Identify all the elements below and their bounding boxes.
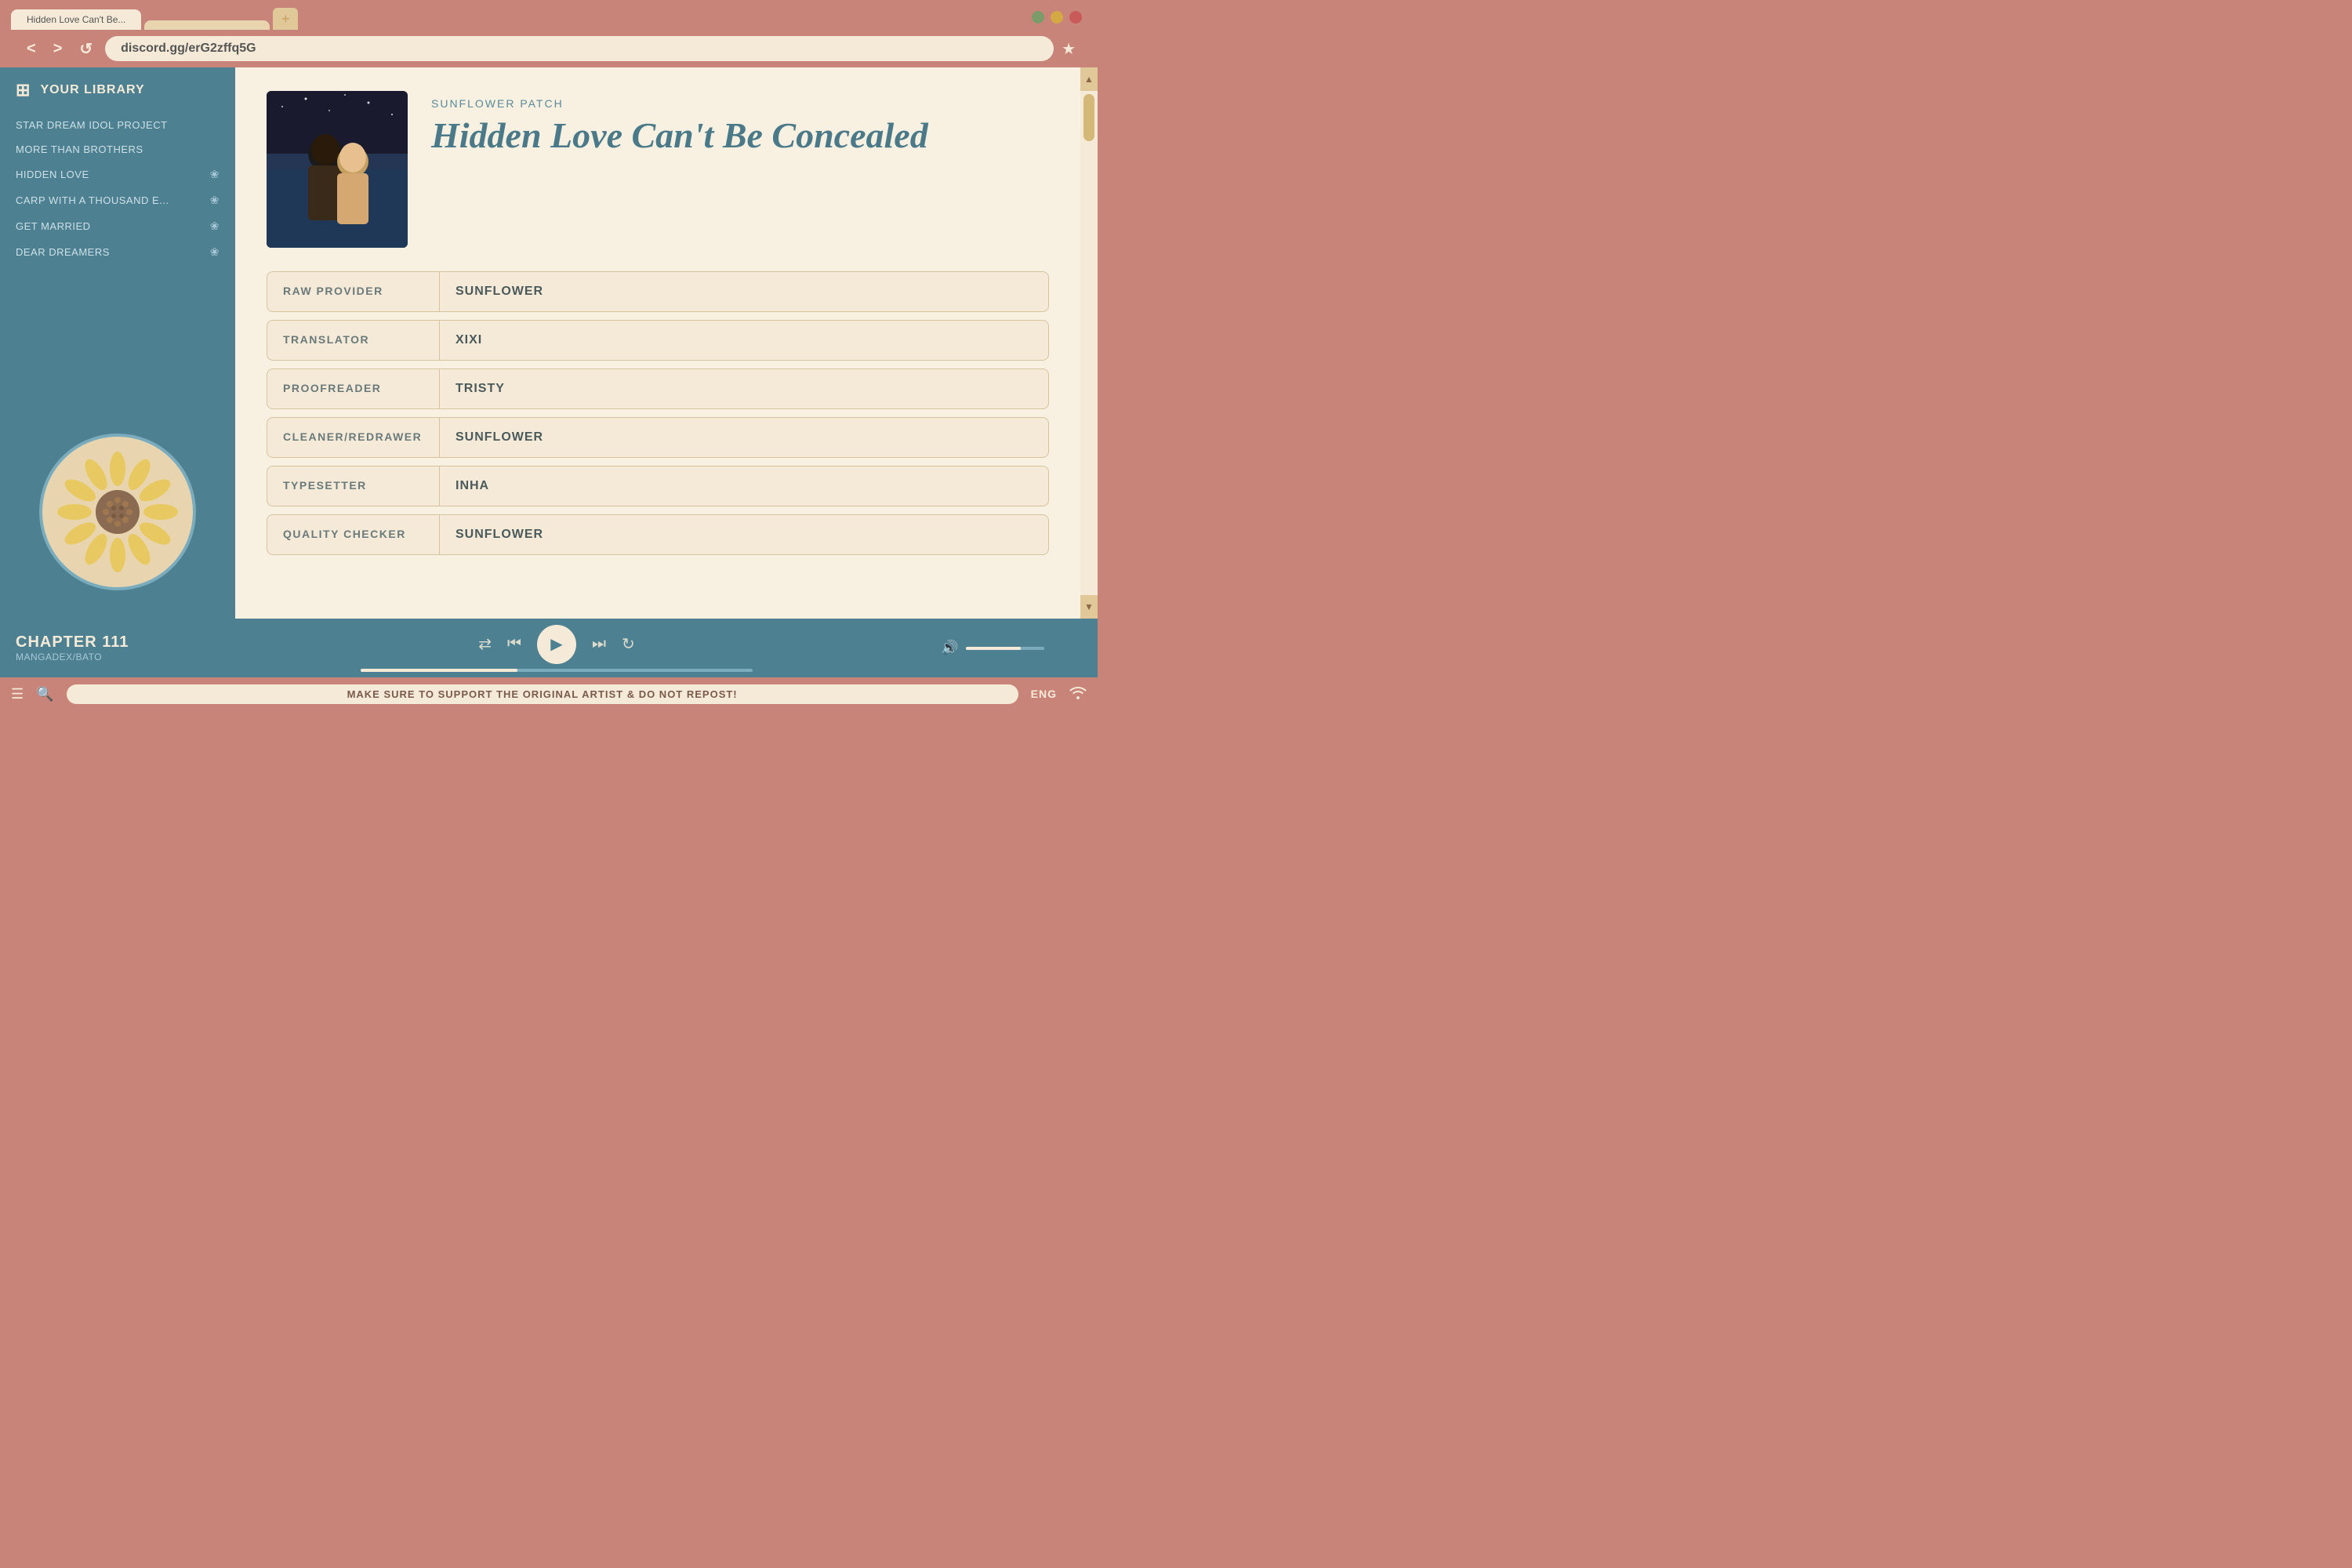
credit-row-translator: TRANSLATOR XIXI [267,320,1049,361]
credit-label-raw: RAW PROVIDER [267,272,440,311]
bottom-notice: MAKE SURE TO SUPPORT THE ORIGINAL ARTIST… [67,684,1018,704]
credit-label-translator: TRANSLATOR [267,321,440,360]
close-button[interactable] [1069,11,1082,24]
manga-info: SUNFLOWER PATCH Hidden Love Can't Be Con… [431,91,1049,248]
player-bar: CHAPTER 111 MANGADEX/BATO ⇄ ⏮ ▶ ⏭ ↻ 🔊 [0,619,1098,677]
library-icon: ⊞ [16,80,31,100]
credit-value-cleaner: SUNFLOWER [440,418,559,457]
tab-bar: Hidden Love Can't Be... + [11,8,1087,30]
player-chapter: CHAPTER 111 [16,633,172,652]
sidebar-item-get-married[interactable]: GET MARRIED ❀ [16,213,220,239]
manga-header: SUNFLOWER PATCH Hidden Love Can't Be Con… [267,91,1049,248]
credit-value-proofreader: TRISTY [440,369,521,408]
progress-fill [361,669,517,672]
credit-label-proofreader: PROOFREADER [267,369,440,408]
repeat-button[interactable]: ↻ [622,634,635,654]
scrollbar-down-button[interactable]: ▼ [1080,595,1098,619]
sidebar: ⊞ YOUR LIBRARY STAR DREAM IDOL PROJECT M… [0,67,235,619]
main-layout: ⊞ YOUR LIBRARY STAR DREAM IDOL PROJECT M… [0,67,1098,619]
sidebar-header: ⊞ YOUR LIBRARY [0,80,235,113]
credit-row-qc: QUALITY CHECKER SUNFLOWER [267,514,1049,555]
flower-icon-2: ❀ [210,194,220,207]
sidebar-item-label: CARP WITH A THOUSAND E... [16,194,169,206]
sidebar-title: YOUR LIBRARY [40,83,144,97]
tab-active[interactable]: Hidden Love Can't Be... [11,9,141,30]
sidebar-item-hidden-love[interactable]: HIDDEN LOVE ❀ [16,162,220,187]
credit-label-typesetter: TYPESETTER [267,466,440,506]
progress-bar[interactable] [361,669,753,672]
credit-value-typesetter: INHA [440,466,505,506]
credit-row-cleaner: CLEANER/REDRAWER SUNFLOWER [267,417,1049,458]
credit-label-cleaner: CLEANER/REDRAWER [267,418,440,457]
tab-label: Hidden Love Can't Be... [27,14,125,25]
menu-icon[interactable]: ☰ [11,686,24,702]
play-button[interactable]: ▶ [537,625,576,664]
sidebar-item-label: HIDDEN LOVE [16,169,89,180]
sunflower-svg [55,449,180,575]
window-controls [1032,11,1082,24]
volume-fill [966,647,1021,650]
flower-icon: ❀ [210,168,220,181]
credit-row-proofreader: PROOFREADER TRISTY [267,368,1049,409]
player-source: MANGADEX/BATO [16,652,172,662]
manga-title: Hidden Love Can't Be Concealed [431,116,1049,156]
sidebar-item-label: GET MARRIED [16,220,91,232]
credit-value-qc: SUNFLOWER [440,515,559,554]
sidebar-items-list: STAR DREAM IDOL PROJECT MORE THAN BROTHE… [0,113,235,418]
logo-circle [39,434,196,590]
manga-cover [267,91,408,248]
player-controls: ⇄ ⏮ ▶ ⏭ ↻ [188,625,925,672]
search-icon[interactable]: 🔍 [36,686,53,702]
shuffle-button[interactable]: ⇄ [478,634,492,654]
credit-value-raw: SUNFLOWER [440,272,559,311]
volume-icon: 🔊 [941,640,958,656]
credit-label-qc: QUALITY CHECKER [267,515,440,554]
sidebar-logo [0,418,235,606]
volume-section: 🔊 [941,640,1082,656]
sidebar-item-label: STAR DREAM IDOL PROJECT [16,119,168,131]
controls-row: ⇄ ⏮ ▶ ⏭ ↻ [478,625,635,664]
flower-icon-3: ❀ [210,220,220,233]
maximize-button[interactable] [1051,11,1063,24]
prev-button[interactable]: ⏮ [507,635,521,653]
scrollbar-track: ▲ ▼ [1080,67,1098,619]
sidebar-item-dear-dreamers[interactable]: DEAR DREAMERS ❀ [16,239,220,265]
address-bar[interactable] [105,36,1054,61]
volume-bar[interactable] [966,647,1044,650]
credit-value-translator: XIXI [440,321,498,360]
credits-table: RAW PROVIDER SUNFLOWER TRANSLATOR XIXI P… [267,271,1049,555]
minimize-button[interactable] [1032,11,1044,24]
credit-row-raw: RAW PROVIDER SUNFLOWER [267,271,1049,312]
content-area: SUNFLOWER PATCH Hidden Love Can't Be Con… [235,67,1080,619]
credit-row-typesetter: TYPESETTER INHA [267,466,1049,506]
sidebar-item-more-than-brothers[interactable]: MORE THAN BROTHERS [16,137,220,162]
bookmark-button[interactable]: ★ [1062,39,1076,59]
reload-button[interactable]: ↺ [74,38,97,60]
forward-button[interactable]: > [49,38,67,60]
sidebar-item-star-dream[interactable]: STAR DREAM IDOL PROJECT [16,113,220,137]
nav-bar: < > ↺ ★ [11,30,1087,67]
sidebar-item-label: DEAR DREAMERS [16,246,110,258]
manga-publisher: SUNFLOWER PATCH [431,97,1049,110]
browser-chrome: Hidden Love Can't Be... + < > ↺ ★ [0,0,1098,67]
next-button[interactable]: ⏭ [592,635,606,653]
flower-icon-4: ❀ [210,245,220,259]
scrollbar-up-button[interactable]: ▲ [1080,67,1098,91]
back-button[interactable]: < [22,38,41,60]
player-info: CHAPTER 111 MANGADEX/BATO [16,633,172,662]
sidebar-item-label: MORE THAN BROTHERS [16,143,143,155]
wifi-icon [1069,685,1087,703]
tab-inactive[interactable] [144,20,270,30]
language-label: ENG [1031,688,1057,700]
tab-add-button[interactable]: + [273,8,298,30]
bottom-bar: ☰ 🔍 MAKE SURE TO SUPPORT THE ORIGINAL AR… [0,677,1098,710]
scrollbar-thumb[interactable] [1083,94,1094,141]
sidebar-item-carp[interactable]: CARP WITH A THOUSAND E... ❀ [16,187,220,213]
